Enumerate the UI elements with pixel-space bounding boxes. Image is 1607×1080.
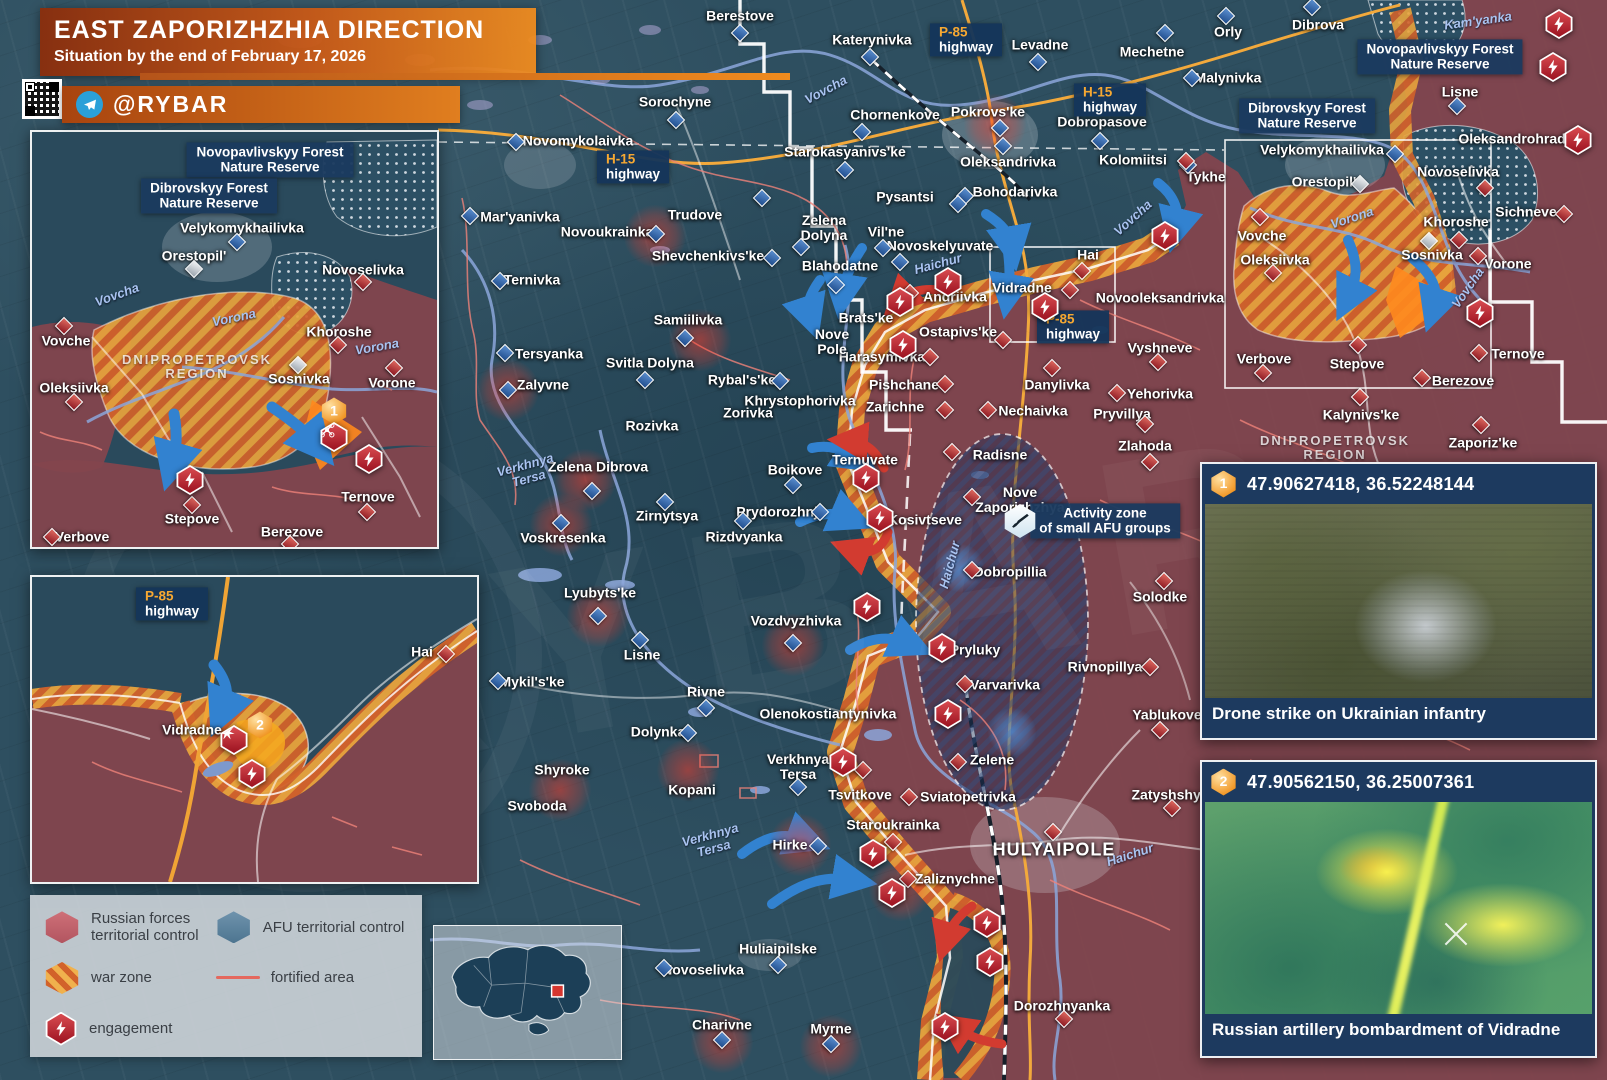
legend-engagement: engagement bbox=[44, 1012, 216, 1046]
current-area-marker bbox=[552, 985, 564, 997]
fortified-line-swatch bbox=[216, 976, 260, 979]
accent-strip bbox=[140, 73, 790, 80]
map-title: EAST ZAPORIZHZHIA DIRECTION bbox=[54, 16, 522, 45]
russian-control-swatch bbox=[44, 911, 80, 943]
panel-caption: Russian artillery bombardment of Vidradn… bbox=[1202, 1014, 1595, 1046]
crosshair-icon bbox=[1441, 919, 1471, 949]
qr-code bbox=[22, 79, 62, 119]
map-subtitle: Situation by the end of February 17, 202… bbox=[54, 48, 522, 66]
channel-bar: @RYBAR bbox=[62, 86, 460, 123]
legend-russian-label: Russian forces territorial control bbox=[91, 910, 199, 944]
engagement-icon bbox=[44, 1012, 78, 1046]
media-panel-artillery: 2 47.90562150, 36.25007361 Russian artil… bbox=[1200, 760, 1597, 1058]
war-zone-swatch bbox=[44, 962, 80, 994]
coordinates: 47.90562150, 36.25007361 bbox=[1247, 772, 1474, 793]
telegram-icon bbox=[76, 91, 103, 118]
panel-header: 2 47.90562150, 36.25007361 bbox=[1202, 762, 1595, 802]
legend-warzone: war zone bbox=[44, 962, 216, 994]
legend-afu: AFU territorial control bbox=[216, 911, 408, 943]
afu-control-swatch bbox=[216, 911, 252, 943]
coordinates: 47.90627418, 36.52248144 bbox=[1247, 474, 1474, 495]
legend-afu-label: AFU territorial control bbox=[263, 919, 405, 936]
panel-caption: Drone strike on Ukrainian infantry bbox=[1202, 698, 1595, 730]
panel-header: 1 47.90627418, 36.52248144 bbox=[1202, 464, 1595, 504]
numbered-marker: 1 bbox=[1210, 471, 1237, 498]
title-block: EAST ZAPORIZHZHIA DIRECTION Situation by… bbox=[40, 8, 536, 76]
legend-russian: Russian forces territorial control bbox=[44, 910, 216, 944]
legend-engagement-label: engagement bbox=[89, 1020, 172, 1037]
numbered-marker: 2 bbox=[1210, 769, 1237, 796]
legend-fortified-label: fortified area bbox=[271, 969, 354, 986]
ukraine-minimap bbox=[433, 925, 622, 1060]
map-canvas: RYBAR BerestoveKaterynivkaLevadneMechetn… bbox=[0, 0, 1607, 1080]
legend-fortified: fortified area bbox=[216, 969, 408, 986]
inset-map-vidradne: P-85highwayHaiVidradne2 bbox=[30, 575, 479, 884]
legend: Russian forces territorial control AFU t… bbox=[30, 895, 422, 1057]
media-panel-drone-strike: 1 47.90627418, 36.52248144 Drone strike … bbox=[1200, 462, 1597, 740]
drone-footage-image bbox=[1205, 504, 1592, 698]
thermal-footage-image bbox=[1205, 802, 1592, 1014]
inset-map-velykomykhailivka: Novopavlivskyy Forest Nature ReserveDibr… bbox=[30, 130, 439, 549]
channel-name: @RYBAR bbox=[113, 91, 228, 118]
legend-warzone-label: war zone bbox=[91, 969, 152, 986]
